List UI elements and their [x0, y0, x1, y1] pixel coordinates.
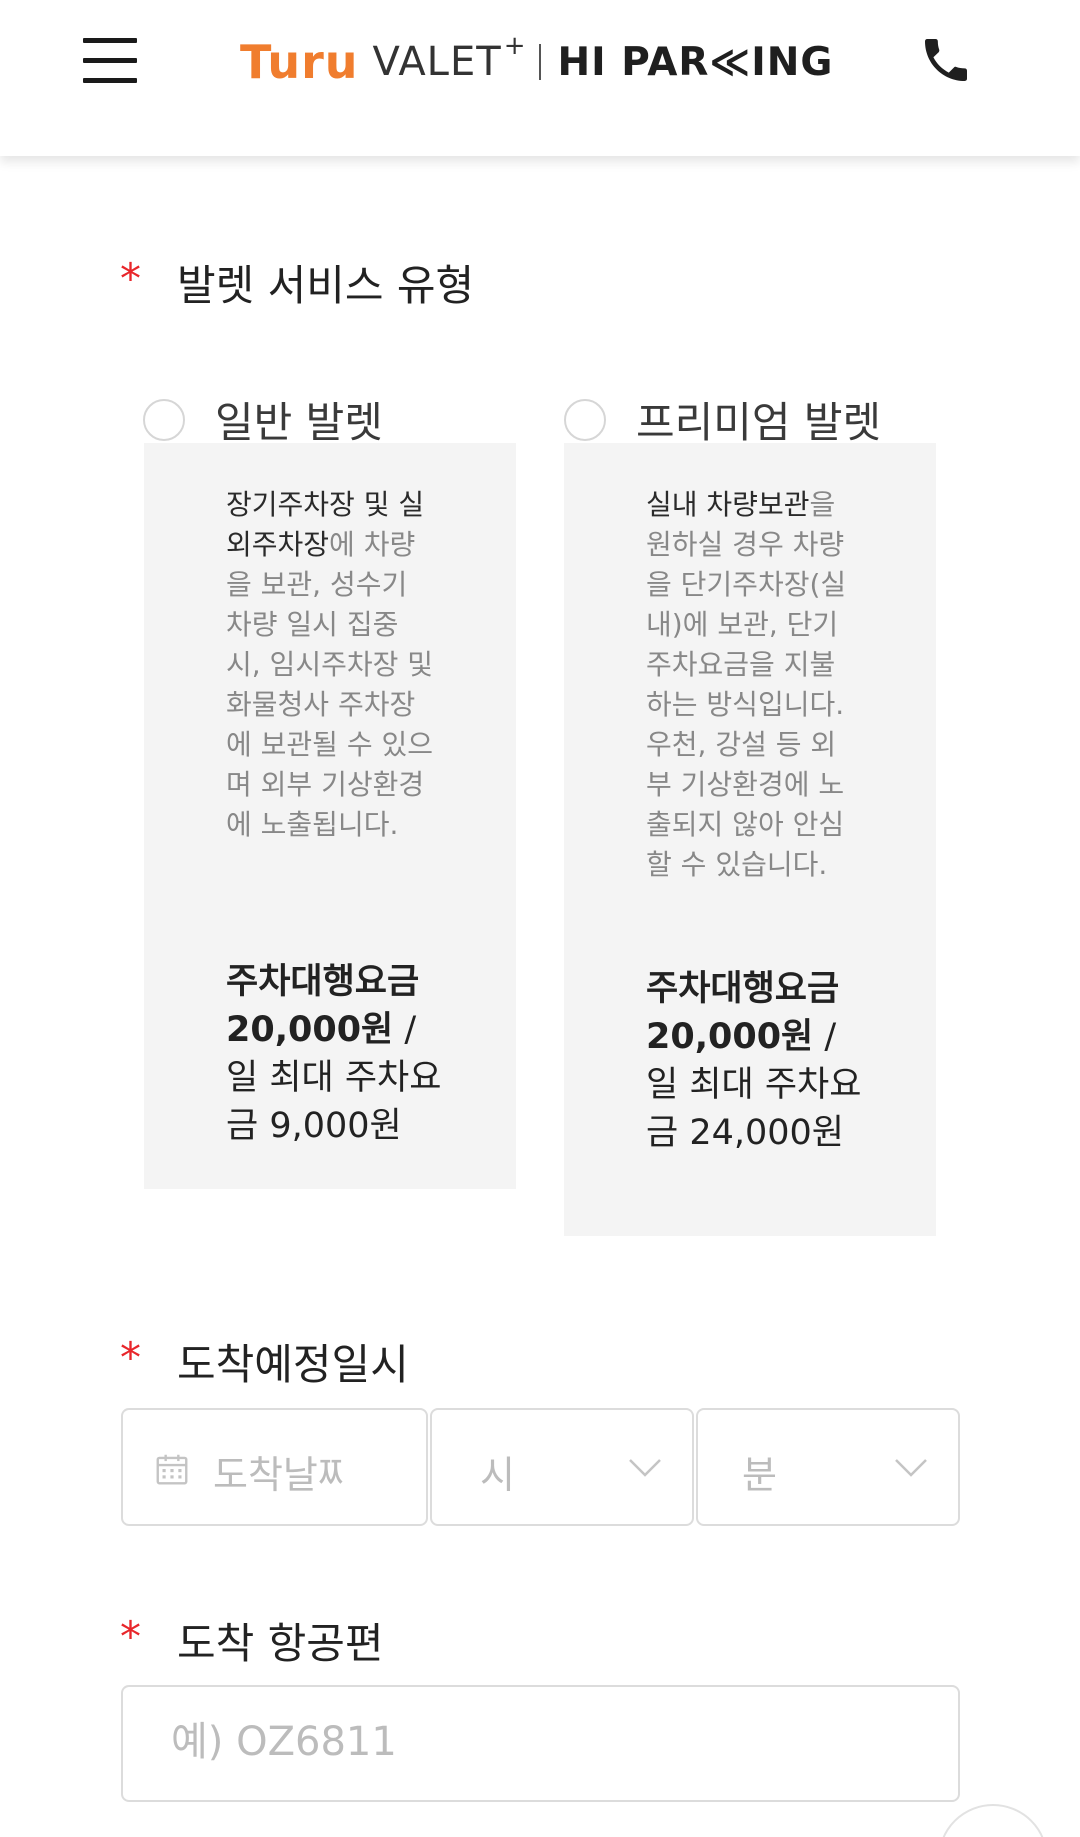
premium-price-emphasis: 주차대행요금 20,000원	[646, 969, 840, 1057]
logo-valet-text: VALET	[372, 39, 502, 85]
option-premium-valet[interactable]: 프리미엄 발렛	[564, 389, 881, 450]
required-mark: *	[120, 1333, 141, 1382]
arrival-flight-input[interactable]	[171, 1719, 931, 1765]
radio-standard-valet[interactable]	[143, 398, 185, 441]
arrival-date-placeholder: 도착날짜	[213, 1453, 343, 1497]
option-standard-valet[interactable]: 일반 발렛	[143, 389, 383, 450]
premium-valet-price: 주차대행요금 20,000원 / 일 최대 주차요금 24,000원	[646, 965, 866, 1157]
hamburger-menu-icon[interactable]	[83, 38, 139, 84]
brand-logo[interactable]: Turu VALET + HI PAR≪ING	[240, 31, 834, 92]
arrival-hour-select[interactable]: 시	[430, 1408, 694, 1526]
arrival-minute-select[interactable]: 분	[696, 1408, 960, 1526]
logo-turu-text: Turu	[240, 35, 359, 89]
valet-type-label: 발렛 서비스 유형	[177, 261, 475, 310]
top-header: Turu VALET + HI PAR≪ING	[0, 0, 1080, 156]
required-mark: *	[120, 254, 141, 303]
standard-valet-description: 장기주차장 및 실외주차장에 차량을 보관, 성수기 차량 일시 집중 시, 임…	[226, 485, 436, 845]
arrival-flight-field[interactable]	[121, 1685, 960, 1802]
standard-valet-price: 주차대행요금 20,000원 / 일 최대 주차요금 9,000원	[226, 958, 446, 1150]
logo-hiparking-text: HI PAR≪ING	[557, 39, 834, 85]
premium-valet-description: 실내 차량보관을 원하실 경우 차량을 단기주차장(실내)에 보관, 단기 주차…	[646, 485, 856, 885]
logo-plus-text: +	[503, 31, 526, 61]
premium-desc-text: 을 원하실 경우 차량을 단기주차장(실내)에 보관, 단기 주차요금을 지불하…	[646, 488, 847, 881]
calendar-icon	[156, 1454, 188, 1485]
chevron-down-icon	[629, 1459, 661, 1477]
arrival-date-picker[interactable]: 도착날짜	[121, 1408, 428, 1526]
option-standard-valet-label: 일반 발렛	[215, 398, 383, 447]
radio-premium-valet[interactable]	[564, 398, 606, 441]
logo-divider	[539, 44, 542, 80]
standard-desc-text: 에 차량을 보관, 성수기 차량 일시 집중 시, 임시주차장 및 화물청사 주…	[226, 528, 434, 841]
premium-valet-card[interactable]: 실내 차량보관을 원하실 경우 차량을 단기주차장(실내)에 보관, 단기 주차…	[564, 443, 936, 1236]
scroll-top-button[interactable]	[938, 1804, 1048, 1837]
premium-desc-emphasis: 실내 차량보관	[646, 488, 810, 521]
arrival-minute-placeholder: 분	[742, 1453, 777, 1497]
arrival-hour-placeholder: 시	[480, 1453, 515, 1497]
option-premium-valet-label: 프리미엄 발렛	[636, 398, 882, 447]
standard-valet-card[interactable]: 장기주차장 및 실외주차장에 차량을 보관, 성수기 차량 일시 집중 시, 임…	[144, 443, 516, 1189]
chevron-down-icon	[895, 1459, 927, 1477]
arrival-flight-label: 도착 항공편	[177, 1619, 384, 1668]
standard-price-emphasis: 주차대행요금 20,000원	[226, 962, 420, 1050]
arrival-datetime-label: 도착예정일시	[177, 1340, 409, 1389]
required-mark: *	[120, 1612, 141, 1661]
phone-icon[interactable]	[918, 32, 974, 88]
